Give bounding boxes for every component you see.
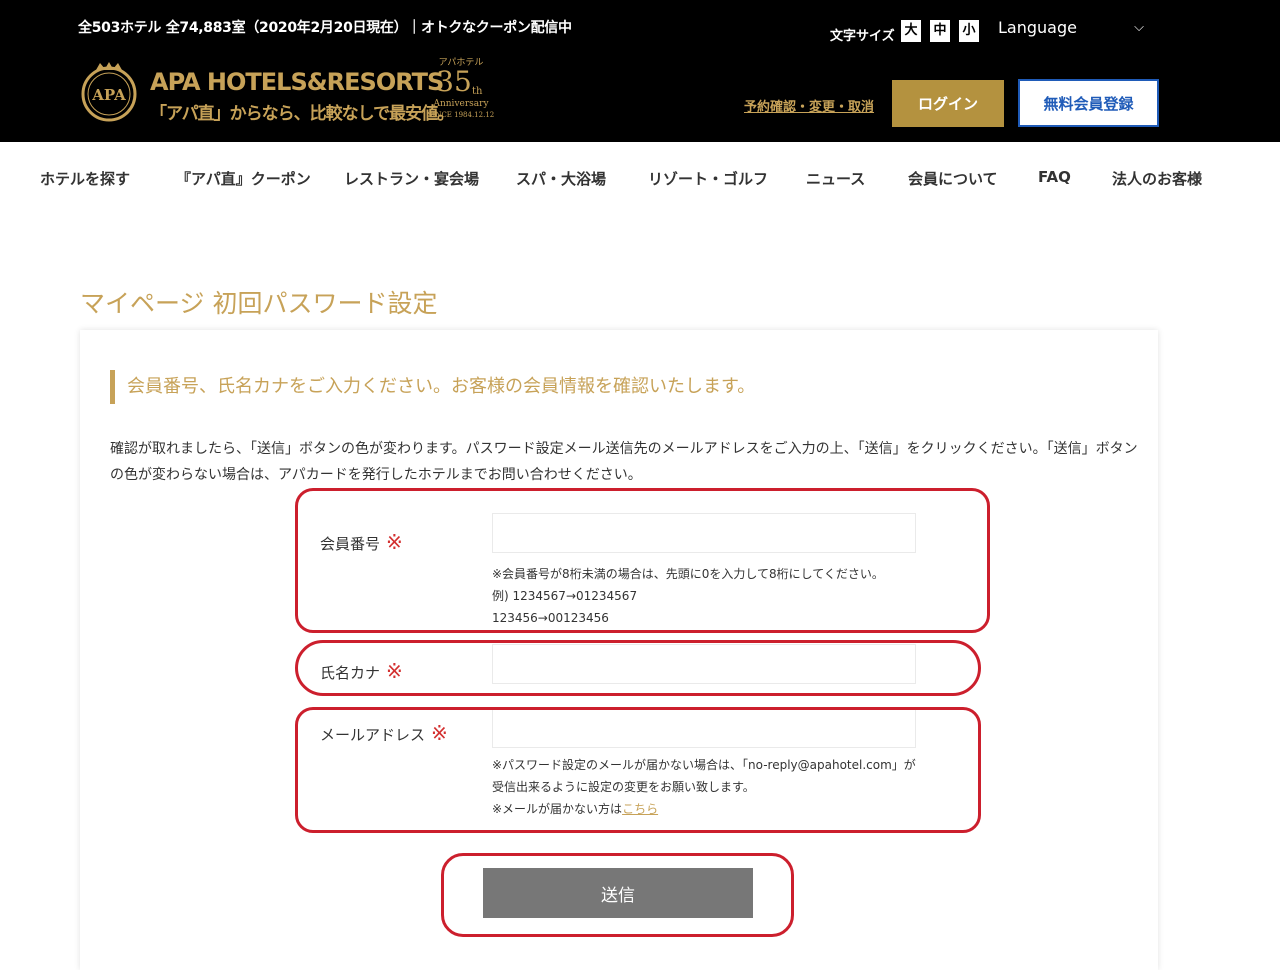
nav-item-faq[interactable]: FAQ <box>1038 168 1071 186</box>
member-number-label-text: 会員番号 <box>320 535 381 553</box>
member-number-hint-line: 例) 1234567→01234567 <box>492 589 638 603</box>
email-hint-link-prefix: ※メールが届かない方は <box>492 802 623 816</box>
brand-tagline: 「アパ直」からなら、比較なしで最安値。 <box>150 104 454 124</box>
page-title: マイページ 初回パスワード設定 <box>80 289 438 318</box>
member-number-input[interactable] <box>492 513 916 553</box>
nav-item-spa[interactable]: スパ・大浴場 <box>516 168 606 189</box>
email-hint-help: ※メールが届かない方はこちら <box>492 798 916 820</box>
anniversary-suffix: th <box>472 86 483 97</box>
site-logo[interactable]: APA APA HOTELS&RESORTS 「アパ直」からなら、比較なしで最安… <box>78 55 508 135</box>
nav-item-news[interactable]: ニュース <box>806 168 865 189</box>
required-mark: ※ <box>386 659 403 683</box>
register-button[interactable]: 無料会員登録 <box>1018 79 1159 127</box>
font-size-label: 文字サイズ <box>830 29 895 44</box>
reservation-link[interactable]: 予約確認・変更・取消 <box>744 96 874 115</box>
anniversary-label: Anniversary <box>433 99 489 109</box>
required-mark: ※ <box>431 721 448 745</box>
chevron-down-icon: ⌵ <box>1134 20 1144 35</box>
email-help-link[interactable]: こちら <box>622 802 658 816</box>
anniversary-since: SINCE 1984.12.12 <box>427 111 495 119</box>
language-label: Language <box>998 18 1077 37</box>
site-header: 全503ホテル 全74,883室（2020年2月20日現在）｜オトクなクーポン配… <box>0 0 1280 142</box>
name-kana-label: 氏名カナ ※ <box>320 659 403 683</box>
email-hint-line: 受信出来るように設定の変更をお願い致します。 <box>492 780 755 794</box>
submit-button[interactable]: 送信 <box>483 868 753 918</box>
name-kana-label-text: 氏名カナ <box>320 664 381 682</box>
email-input[interactable] <box>492 708 916 748</box>
name-kana-input[interactable] <box>492 644 916 684</box>
member-number-hint-line: ※会員番号が8桁未満の場合は、先頭に0を入力して8桁にしてください。 <box>492 567 884 581</box>
form-description: 確認が取れましたら、「送信」ボタンの色が変わります。パスワード設定メール送信先の… <box>110 441 1138 483</box>
nav-item-resort[interactable]: リゾート・ゴルフ <box>648 168 768 189</box>
nav-item-restaurant[interactable]: レストラン・宴会場 <box>344 168 479 189</box>
language-select[interactable]: Language ⌵ <box>998 18 1148 42</box>
header-notice: 全503ホテル 全74,883室（2020年2月20日現在）｜オトクなクーポン配… <box>78 20 572 36</box>
font-size-medium-button[interactable]: 中 <box>930 20 950 42</box>
member-number-hint: ※会員番号が8桁未満の場合は、先頭に0を入力して8桁にしてください。 例) 12… <box>492 563 884 629</box>
apa-emblem-icon: APA <box>81 62 137 122</box>
section-heading: 会員番号、氏名カナをご入力ください。お客様の会員情報を確認いたします。 <box>110 370 755 404</box>
nav-item-hotels[interactable]: ホテルを探す <box>40 168 130 189</box>
brand-name: APA HOTELS&RESORTS <box>150 68 444 96</box>
member-number-label: 会員番号 ※ <box>320 530 403 554</box>
member-number-hint-line: 123456→00123456 <box>492 611 609 625</box>
nav-item-membership[interactable]: 会員について <box>908 168 998 189</box>
login-button[interactable]: ログイン <box>892 80 1004 127</box>
email-hint-line: ※パスワード設定のメールが届かない場合は、「no-reply@apahotel.… <box>492 758 916 772</box>
anniversary-badge: アパホテル 35 th Anniversary SINCE 1984.12.12 <box>424 55 498 131</box>
main-nav: ホテルを探す 『アパ直』クーポン レストラン・宴会場 スパ・大浴場 リゾート・ゴ… <box>0 142 1280 212</box>
email-label-text: メールアドレス <box>320 726 426 744</box>
required-mark: ※ <box>386 530 403 554</box>
font-size-small-button[interactable]: 小 <box>959 20 979 42</box>
nav-item-coupon[interactable]: 『アパ直』クーポン <box>176 168 311 189</box>
email-hint: ※パスワード設定のメールが届かない場合は、「no-reply@apahotel.… <box>492 754 916 820</box>
font-size-large-button[interactable]: 大 <box>901 20 921 42</box>
nav-item-corporate[interactable]: 法人のお客様 <box>1112 168 1202 189</box>
emblem-text: APA <box>91 86 126 104</box>
email-label: メールアドレス ※ <box>320 721 448 745</box>
